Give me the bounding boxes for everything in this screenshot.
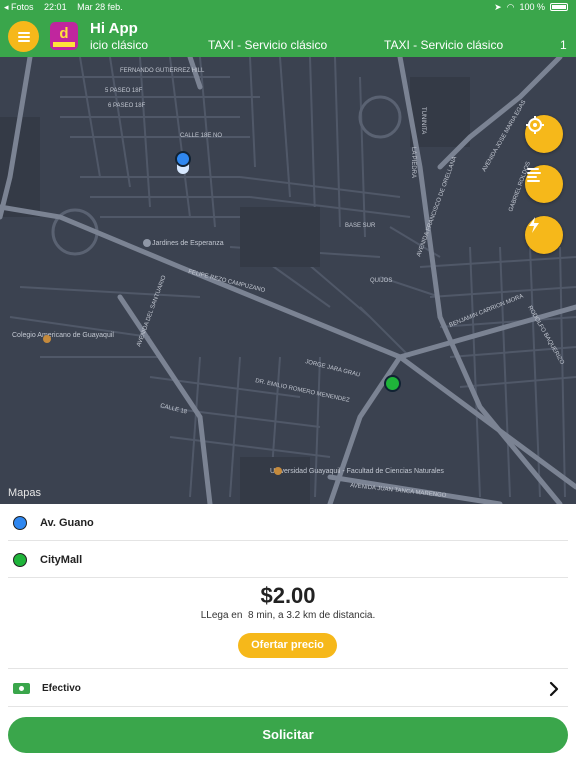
request-ride-button[interactable]: Solicitar <box>8 717 568 753</box>
map-label: LA PIEDRA <box>410 147 416 178</box>
poi-icon <box>274 467 282 475</box>
eta-text: LLega en 8 min, a 3.2 km de distancia. <box>200 610 376 621</box>
map-label: JORGE JARA GRAU <box>305 359 361 378</box>
map-view[interactable]: FERNANDO GUTIERREZ HILL 5 PASEO 18F 6 PA… <box>0 57 576 504</box>
offer-price-button[interactable]: Ofertar precio <box>238 633 337 658</box>
logo-strip <box>53 41 75 47</box>
map-label: CALLE 18 <box>160 403 189 416</box>
chevron-right-icon <box>549 681 559 697</box>
map-label: Jardines de Esperanza <box>152 240 224 247</box>
list-icon <box>527 168 541 182</box>
payment-method-row[interactable]: Efectivo <box>8 671 568 706</box>
app-header: ◂ Fotos 22:01 Mar 28 feb. ➤ ◠ 100 % d Hi… <box>0 0 576 57</box>
map-label: 5 PASEO 18F <box>105 88 143 94</box>
location-arrow-icon: ➤ <box>494 2 502 12</box>
divider <box>8 668 568 669</box>
map-label: Universidad Guayaquil - Facultad de Cien… <box>270 468 444 475</box>
origin-dot-icon <box>13 515 27 530</box>
map-label: CALLE 18E NO <box>180 133 222 139</box>
app-title: Hi App <box>90 20 138 37</box>
battery-level: 100 % <box>519 2 545 12</box>
map-label: FERNANDO GUTIERREZ HILL <box>120 68 205 74</box>
status-time: 22:01 <box>44 2 67 12</box>
map-label: DR. EMILIO ROMERO MENENDEZ <box>255 378 351 404</box>
quick-request-button[interactable] <box>525 216 563 254</box>
status-right: ➤ ◠ 100 % <box>494 0 568 14</box>
destination-pin[interactable] <box>384 375 401 392</box>
status-bar: ◂ Fotos 22:01 Mar 28 feb. ➤ ◠ 100 % <box>0 0 576 14</box>
menu-button[interactable] <box>8 21 39 52</box>
map-label: AVENIDA DEL SANTUARIO <box>136 275 168 348</box>
service-tab-taxi[interactable]: TAXI - Servicio clásico <box>208 38 327 52</box>
locate-button[interactable] <box>525 115 563 153</box>
status-left: ◂ Fotos 22:01 Mar 28 feb. <box>4 0 131 14</box>
app-logo: d <box>50 22 78 50</box>
destination-row[interactable]: CityMall <box>8 542 568 578</box>
battery-icon <box>550 3 568 11</box>
crosshair-icon <box>526 116 544 134</box>
hamburger-icon <box>17 31 30 42</box>
service-tab-counter: 1 <box>560 38 567 52</box>
map-label: BASE SUR <box>345 223 376 229</box>
status-date: Mar 28 feb. <box>77 2 123 12</box>
service-tab-partial[interactable]: icio clásico <box>90 38 148 52</box>
back-to-app-link[interactable]: ◂ Fotos <box>4 2 34 12</box>
service-tabs: icio clásico TAXI - Servicio clásico TAX… <box>90 38 576 53</box>
bolt-icon <box>529 217 539 233</box>
trip-panel: Av. Guano CityMall $2.00 LLega en 8 min,… <box>0 504 576 768</box>
map-label: FELIPE REZO CAMPUZANO <box>188 269 266 294</box>
fare-price: $2.00 <box>260 583 316 608</box>
map-streets: FERNANDO GUTIERREZ HILL 5 PASEO 18F 6 PA… <box>0 57 576 504</box>
poi-icon <box>43 335 51 343</box>
poi-icon <box>143 239 151 247</box>
divider <box>8 706 568 707</box>
maps-attribution-text: Mapas <box>8 487 42 499</box>
payment-method-label: Efectivo <box>42 683 81 694</box>
destination-address: CityMall <box>40 553 83 566</box>
origin-pin[interactable] <box>175 151 191 167</box>
destination-dot-icon <box>13 552 27 567</box>
map-label: 6 PASEO 18F <box>108 103 146 109</box>
logo-glyph: d <box>59 24 69 42</box>
service-tab-taxi-next[interactable]: TAXI - Servicio clásico <box>384 38 503 52</box>
map-label: Colegio Americano de Guayaquil <box>12 332 114 339</box>
wifi-icon: ◠ <box>506 2 515 12</box>
maps-attribution: Mapas <box>8 487 41 499</box>
cash-icon <box>13 683 30 694</box>
origin-address: Av. Guano <box>40 516 94 529</box>
list-button[interactable] <box>525 165 563 203</box>
origin-row[interactable]: Av. Guano <box>8 505 568 541</box>
map-label: TUNINITA <box>420 107 426 134</box>
map-label: QUIJOS <box>370 278 392 284</box>
